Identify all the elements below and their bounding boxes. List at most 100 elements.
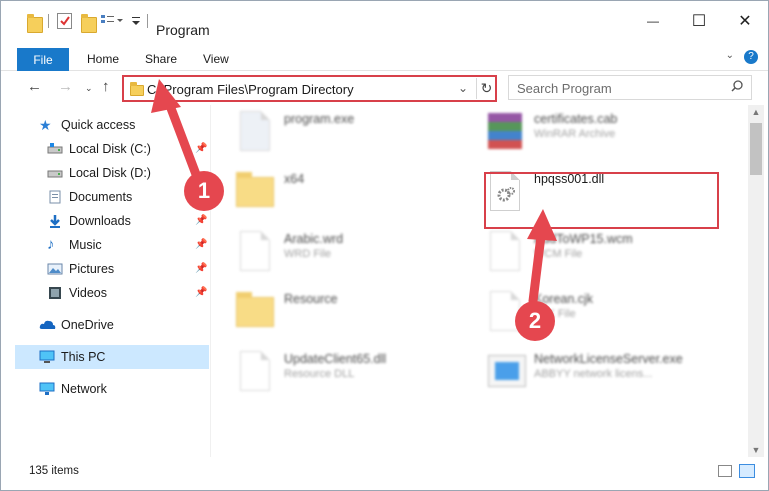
window-title: Program	[156, 22, 210, 38]
minimize-icon: —	[647, 14, 659, 28]
scroll-thumb[interactable]	[750, 123, 762, 175]
sidebar-item-label: Network	[61, 382, 107, 396]
file-name: Resource	[284, 292, 338, 306]
tab-view[interactable]: View	[203, 52, 229, 66]
file-item[interactable]: Resource	[216, 287, 456, 343]
quick-access-dropdown-icon[interactable]	[131, 15, 141, 27]
cloud-icon	[39, 318, 56, 332]
sidebar-item-label: Videos	[69, 286, 107, 300]
callout-badge-2: 2	[515, 301, 555, 341]
file-item[interactable]: x64	[216, 167, 456, 223]
file-highlight	[484, 172, 719, 229]
maximize-icon: ☐	[691, 13, 707, 30]
expand-ribbon-icon[interactable]: ⌄	[726, 50, 734, 64]
file-list: program.exe certificates.cab WinRAR Arch…	[216, 105, 746, 457]
new-folder-icon[interactable]	[81, 14, 97, 33]
address-bar[interactable]: C:\Program Files\Program Directory ⌄ ↻	[122, 75, 497, 102]
file-name: AddToWP15.wcm	[534, 232, 633, 246]
close-icon: ✕	[738, 13, 752, 30]
file-name: Arabic.wrd	[284, 232, 344, 246]
downloads-icon	[47, 214, 63, 228]
large-icons-view-icon[interactable]	[739, 464, 755, 478]
search-icon[interactable]	[731, 80, 743, 92]
status-bar: 135 items	[1, 459, 768, 490]
tab-share[interactable]: Share	[145, 52, 177, 66]
folder-icon	[236, 171, 276, 215]
tab-home[interactable]: Home	[87, 52, 119, 66]
file-type: WinRAR Archive	[534, 128, 616, 140]
up-arrow-icon[interactable]: ↑	[102, 78, 110, 95]
documents-icon	[47, 190, 63, 204]
archive-icon	[486, 111, 526, 155]
title-bar: Program — ☐ ✕	[1, 1, 768, 41]
explorer-window: Program — ☐ ✕ File Home Share View ⌄ ? ←…	[0, 0, 769, 491]
file-item[interactable]: NetworkLicenseServer.exe ABBYY network l…	[466, 347, 706, 403]
sidebar-item-label: Local Disk (C:)	[69, 142, 151, 156]
pin-icon: 📌	[195, 287, 208, 298]
back-arrow-icon[interactable]: ←	[27, 78, 42, 95]
folder-icon	[236, 291, 276, 335]
sidebar-item-label: This PC	[61, 350, 106, 364]
sidebar-item-label: Downloads	[69, 214, 131, 228]
star-icon: ★	[39, 117, 52, 133]
sidebar-item-label: Music	[69, 238, 102, 252]
file-name: certificates.cab	[534, 112, 618, 126]
minimize-button[interactable]: —	[630, 1, 676, 41]
file-type: WRD File	[284, 248, 332, 260]
details-view-icon[interactable]	[718, 465, 732, 477]
sidebar-item-label: Documents	[69, 190, 133, 204]
pictures-icon	[47, 262, 63, 276]
sidebar-item-label: Local Disk (D:)	[69, 166, 151, 180]
file-name: x64	[284, 172, 305, 186]
pin-icon: 📌	[195, 143, 208, 154]
exe-icon	[236, 111, 276, 155]
videos-icon	[47, 286, 63, 300]
folder-icon	[27, 14, 43, 33]
file-item[interactable]: UpdateClient65.dll Resource DLL	[216, 347, 456, 403]
help-icon[interactable]: ?	[744, 50, 758, 64]
file-name: NetworkLicenseServer.exe	[534, 352, 683, 366]
sidebar-item-label: OneDrive	[61, 318, 114, 332]
scroll-down-icon[interactable]: ▼	[748, 443, 764, 457]
file-name: program.exe	[284, 112, 355, 126]
pin-icon: 📌	[195, 263, 208, 274]
file-item[interactable]: AddToWP15.wcm WCM File	[466, 227, 706, 283]
file-item[interactable]: Korean.cjk CJK File	[466, 287, 706, 343]
network-icon	[39, 382, 55, 396]
dll-icon	[236, 351, 276, 395]
vertical-scrollbar[interactable]: ▲ ▼	[748, 105, 764, 457]
file-name: UpdateClient65.dll	[284, 352, 387, 366]
pane-divider[interactable]	[210, 105, 211, 457]
navigation-pane: ★ Quick access Local Disk (C:) 📌 Local D…	[1, 105, 211, 457]
close-button[interactable]: ✕	[722, 1, 768, 41]
maximize-button[interactable]: ☐	[676, 1, 722, 41]
exe-icon	[486, 351, 526, 395]
file-item[interactable]: program.exe	[216, 107, 456, 163]
file-type: WCM File	[534, 248, 583, 260]
navigation-bar: ← → ⌄ ↑ C:\Program Files\Program Directo…	[1, 72, 768, 104]
folder-icon	[130, 82, 144, 96]
ribbon: File Home Share View ⌄ ?	[1, 41, 768, 71]
recent-locations-icon[interactable]: ⌄	[85, 83, 93, 94]
properties-icon[interactable]	[57, 13, 72, 29]
customize-quick-access-icon[interactable]	[101, 14, 123, 28]
forward-arrow-icon[interactable]: →	[58, 78, 73, 95]
address-dropdown-icon[interactable]: ⌄	[458, 81, 468, 95]
file-type: Resource DLL	[284, 368, 355, 380]
toolbar-divider	[48, 14, 49, 28]
file-icon	[486, 231, 526, 275]
file-item[interactable]: certificates.cab WinRAR Archive	[466, 107, 706, 163]
search-input[interactable]: Search Program	[508, 75, 752, 100]
sidebar-item-label: Quick access	[61, 118, 136, 132]
refresh-icon[interactable]: ↻	[476, 78, 496, 99]
sidebar-item-this-pc[interactable]: This PC	[15, 345, 209, 369]
tab-file[interactable]: File	[17, 48, 69, 71]
sidebar-item-label: Pictures	[69, 262, 115, 276]
ribbon-controls: ⌄ ?	[726, 50, 758, 64]
address-path[interactable]: C:\Program Files\Program Directory	[147, 82, 354, 97]
scroll-up-icon[interactable]: ▲	[748, 105, 764, 119]
drive-icon	[47, 166, 63, 180]
file-type: ABBYY network licens...	[534, 368, 653, 380]
drive-icon	[47, 142, 63, 156]
file-item[interactable]: Arabic.wrd WRD File	[216, 227, 456, 283]
